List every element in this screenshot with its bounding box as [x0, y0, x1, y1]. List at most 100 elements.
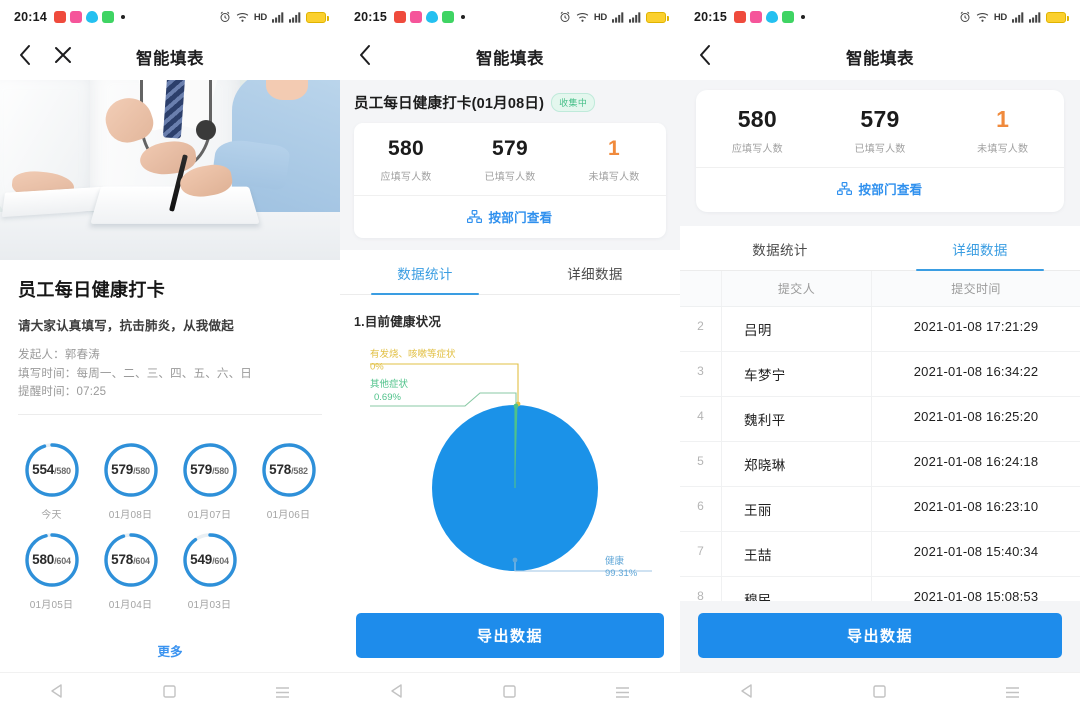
stat-column: 579 已填写人数 [819, 106, 942, 155]
stat-column: 1 未填写人数 [941, 106, 1064, 155]
row-submit-time: 2021-01-08 16:24:18 [913, 454, 1039, 469]
stats-body-2: 员工每日健康打卡(01月08日) 收集中 580 应填写人数 579 已填写人数 1 未填… [340, 80, 680, 672]
row-index: 5 [680, 442, 722, 486]
callout-dot-healthy [512, 557, 518, 563]
daily-ring-item[interactable]: 578/582 01月06日 [249, 441, 328, 521]
alarm-icon [220, 11, 230, 22]
tab-inactive[interactable]: 数据统计 [680, 226, 880, 270]
ring-total: /580 [133, 466, 150, 477]
row-submitter: 王丽 [722, 487, 872, 531]
progress-ring: 549/604 [181, 531, 239, 589]
stat-number: 579 [860, 106, 900, 132]
progress-ring: 578/582 [260, 441, 318, 499]
row-submit-time: 2021-01-08 16:25:20 [913, 409, 1039, 424]
daily-ring-item[interactable]: 578/604 01月04日 [91, 531, 170, 611]
android-back-icon[interactable] [740, 684, 754, 703]
export-data-button[interactable]: 导出数据 [698, 613, 1062, 658]
hd-icon: HD [253, 11, 267, 23]
app-badge-dot-icon [460, 15, 465, 19]
tab-active[interactable]: 详细数据 [880, 226, 1080, 271]
stat-card-3: 580 应填写人数 579 已填写人数 1 未填写人数 按部门查看 [696, 90, 1064, 212]
more-button[interactable]: 更多 [0, 625, 340, 672]
table-row[interactable]: 6 王丽 2021-01-08 16:23:10 [680, 487, 1080, 532]
ring-value: 549/604 [190, 552, 229, 568]
app-badge-blue-icon [85, 11, 98, 23]
daily-ring-item[interactable]: 580/604 01月05日 [12, 531, 91, 611]
android-recents-icon[interactable] [1005, 685, 1020, 703]
row-index: 4 [680, 397, 722, 441]
export-data-button[interactable]: 导出数据 [356, 613, 664, 658]
page-title-3: 智能填表 [846, 50, 914, 68]
android-recents-icon[interactable] [615, 685, 630, 703]
signal-1-icon [272, 11, 284, 23]
ring-caption: 01月06日 [266, 509, 311, 521]
callout-value-fever: 0% [370, 362, 384, 373]
stat-caption: 未填写人数 [977, 144, 1029, 155]
phone-screen-1: 20:14 HD 智能填表 员工每日健康打卡 请大家认真填写，抗击肺炎，从我做起… [0, 0, 340, 714]
app-badge-blue-icon [425, 11, 438, 23]
signal-2-icon [1029, 11, 1041, 23]
table-row[interactable]: 2 吕明 2021-01-08 17:21:29 [680, 307, 1080, 352]
table-row[interactable]: 5 郑晓琳 2021-01-08 16:24:18 [680, 442, 1080, 487]
alarm-icon [960, 11, 970, 22]
callout-value-other: 0.69% [374, 392, 401, 403]
view-by-department-button[interactable]: 按部门查看 [696, 167, 1064, 208]
close-icon[interactable] [54, 46, 72, 69]
stat-number: 1 [996, 106, 1010, 132]
form-fill-time: 填写时间：每周一、二、三、四、五、六、日 [18, 367, 252, 380]
app-badge-green-icon [781, 11, 794, 23]
row-index: 7 [680, 532, 722, 576]
daily-ring-item[interactable]: 579/580 01月07日 [170, 441, 249, 521]
tab-inactive[interactable]: 详细数据 [510, 250, 680, 294]
row-index: 8 [680, 577, 722, 601]
ring-total: /580 [54, 466, 71, 477]
wifi-icon [976, 12, 989, 22]
status-time-3: 20:15 [694, 10, 727, 24]
submission-table: 提交人 提交时间 2 吕明 2021-01-08 17:21:29 3 车梦宁 2021-… [680, 271, 1080, 601]
ring-caption: 01月07日 [187, 509, 232, 521]
battery-icon [1046, 11, 1069, 23]
status-badge: 收集中 [551, 93, 596, 112]
table-row[interactable]: 8 穆民 2021-01-08 15:08:53 [680, 577, 1080, 601]
back-icon[interactable] [358, 44, 372, 71]
back-icon[interactable] [698, 44, 712, 71]
ring-caption: 01月03日 [187, 599, 232, 611]
stat-number: 579 [492, 137, 528, 160]
ring-total: /582 [291, 466, 308, 477]
alarm-icon [560, 11, 570, 22]
android-recents-icon[interactable] [275, 685, 290, 703]
ring-total: /604 [54, 556, 71, 567]
row-submitter: 吕明 [722, 307, 872, 351]
chart-question: 1.目前健康状况 [354, 315, 442, 329]
back-icon[interactable] [18, 44, 32, 71]
android-nav-bar-3 [680, 672, 1080, 714]
tab-active[interactable]: 数据统计 [340, 250, 510, 295]
progress-ring: 579/580 [102, 441, 160, 499]
export-bar-2: 导出数据 [340, 601, 680, 672]
signal-2-icon [289, 11, 301, 23]
table-row[interactable]: 7 王喆 2021-01-08 15:40:34 [680, 532, 1080, 577]
row-index: 2 [680, 307, 722, 351]
view-by-department-button[interactable]: 按部门查看 [354, 195, 666, 236]
android-back-icon[interactable] [50, 684, 64, 703]
org-chart-icon [467, 210, 483, 223]
ring-value: 579/580 [111, 462, 150, 478]
android-home-icon[interactable] [873, 684, 886, 703]
row-submit-time: 2021-01-08 16:23:10 [913, 499, 1039, 514]
signal-1-icon [1012, 11, 1024, 23]
row-submit-time: 2021-01-08 15:08:53 [913, 589, 1039, 601]
callout-value-healthy: 99.31% [605, 568, 638, 579]
daily-ring-item[interactable]: 554/580 今天 [12, 441, 91, 521]
phone-screen-3: 20:15 HD 智能填表 580 应填写人数 579 已填写人数 1 未填写人数 [680, 0, 1080, 714]
ring-caption: 今天 [41, 509, 62, 521]
android-home-icon[interactable] [503, 684, 516, 703]
android-back-icon[interactable] [390, 684, 404, 703]
daily-ring-item[interactable]: 549/604 01月03日 [170, 531, 249, 611]
form-remind-time: 提醒时间：07:25 [18, 386, 107, 399]
table-row[interactable]: 4 魏利平 2021-01-08 16:25:20 [680, 397, 1080, 442]
ring-caption: 01月05日 [29, 599, 74, 611]
android-home-icon[interactable] [163, 684, 176, 703]
daily-ring-item[interactable]: 579/580 01月08日 [91, 441, 170, 521]
ring-value: 578/604 [111, 552, 150, 568]
table-row[interactable]: 3 车梦宁 2021-01-08 16:34:22 [680, 352, 1080, 397]
